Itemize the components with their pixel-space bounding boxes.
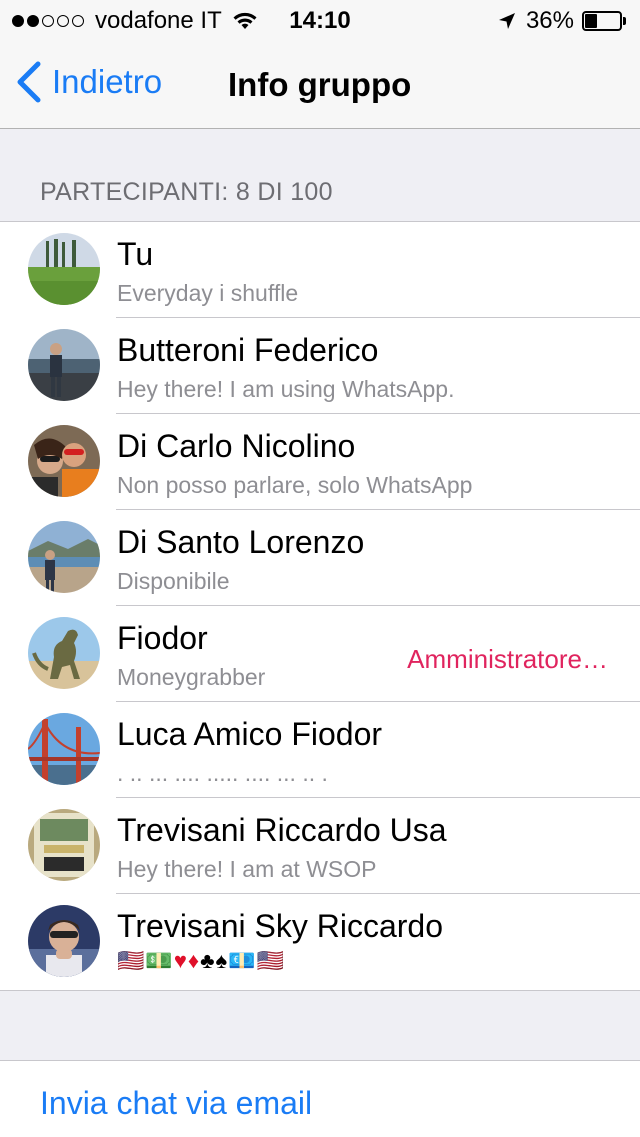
participant-name: Trevisani Sky Riccardo bbox=[117, 908, 444, 944]
chevron-left-icon bbox=[17, 61, 41, 103]
participant-row[interactable]: Tu Everyday i shuffle bbox=[0, 222, 640, 318]
spade-suit-icon: ♠ bbox=[215, 948, 229, 973]
avatar bbox=[28, 905, 100, 977]
admin-badge: Amministratore… bbox=[407, 644, 608, 674]
avatar bbox=[28, 521, 100, 593]
us-flag-icon: 🇺🇸 bbox=[256, 948, 286, 973]
participant-row[interactable]: Butteroni Federico Hey there! I am using… bbox=[0, 318, 640, 414]
participants-list: Tu Everyday i shuffle Butteroni Federico… bbox=[0, 221, 640, 991]
avatar bbox=[28, 617, 100, 689]
avatar bbox=[28, 329, 100, 401]
avatar bbox=[28, 425, 100, 497]
participant-name: Tu bbox=[117, 236, 154, 272]
status-bar: vodafone IT 14:10 36% bbox=[0, 0, 640, 40]
back-button[interactable]: Indietro bbox=[14, 60, 162, 104]
back-button-label: Indietro bbox=[52, 63, 163, 100]
status-right: 36% bbox=[498, 7, 626, 35]
participant-status-emoji: 🇺🇸💵♥♦♣♠💶🇺🇸 bbox=[117, 948, 285, 974]
participant-status: Hey there! I am using WhatsApp. bbox=[117, 376, 455, 402]
diamond-suit-icon: ♦ bbox=[187, 948, 201, 973]
page-title: Info gruppo bbox=[228, 66, 412, 103]
participant-row[interactable]: Fiodor Moneygrabber Amministratore… bbox=[0, 606, 640, 702]
battery-percent: 36% bbox=[525, 7, 574, 34]
location-arrow-icon bbox=[498, 13, 515, 29]
avatar bbox=[28, 233, 100, 305]
participant-status: Non posso parlare, solo WhatsApp bbox=[117, 472, 473, 498]
participant-name: Trevisani Riccardo Usa bbox=[117, 812, 447, 848]
navigation-bar: Indietro Info gruppo bbox=[0, 40, 640, 129]
club-suit-icon: ♣ bbox=[200, 948, 216, 973]
dollar-banknote-icon: 💵 bbox=[145, 948, 174, 973]
participant-name: Butteroni Federico bbox=[117, 332, 379, 368]
participant-status: Disponibile bbox=[117, 568, 230, 594]
participants-section-header: PARTECIPANTI: 8 DI 100 bbox=[40, 178, 333, 206]
participant-row[interactable]: Trevisani Sky Riccardo 🇺🇸💵♥♦♣♠💶🇺🇸 bbox=[0, 894, 640, 990]
euro-banknote-icon: 💶 bbox=[228, 948, 257, 973]
participant-status: Moneygrabber bbox=[117, 664, 266, 690]
participant-row[interactable]: Luca Amico Fiodor . .. ... .... ..... ..… bbox=[0, 702, 640, 798]
avatar bbox=[28, 809, 100, 881]
participant-name: Luca Amico Fiodor bbox=[117, 716, 383, 752]
battery-icon bbox=[582, 11, 626, 31]
participant-row[interactable]: Trevisani Riccardo Usa Hey there! I am a… bbox=[0, 798, 640, 894]
participant-row[interactable]: Di Santo Lorenzo Disponibile bbox=[0, 510, 640, 606]
participant-status: Hey there! I am at WSOP bbox=[117, 856, 377, 882]
participant-row[interactable]: Di Carlo Nicolino Non posso parlare, sol… bbox=[0, 414, 640, 510]
email-chat-button[interactable]: Invia chat via email bbox=[40, 1085, 312, 1122]
participant-name: Di Santo Lorenzo bbox=[117, 524, 365, 560]
us-flag-icon: 🇺🇸 bbox=[117, 948, 146, 973]
participant-name: Di Carlo Nicolino bbox=[117, 428, 356, 464]
participant-status: . .. ... .... ..... .... ... .. . bbox=[117, 760, 328, 786]
participant-status: Everyday i shuffle bbox=[117, 280, 299, 306]
red-heart-icon: ♥ bbox=[173, 948, 188, 973]
avatar bbox=[28, 713, 100, 785]
participant-name: Fiodor bbox=[117, 620, 208, 656]
email-chat-cell: Invia chat via email bbox=[0, 1060, 640, 1137]
